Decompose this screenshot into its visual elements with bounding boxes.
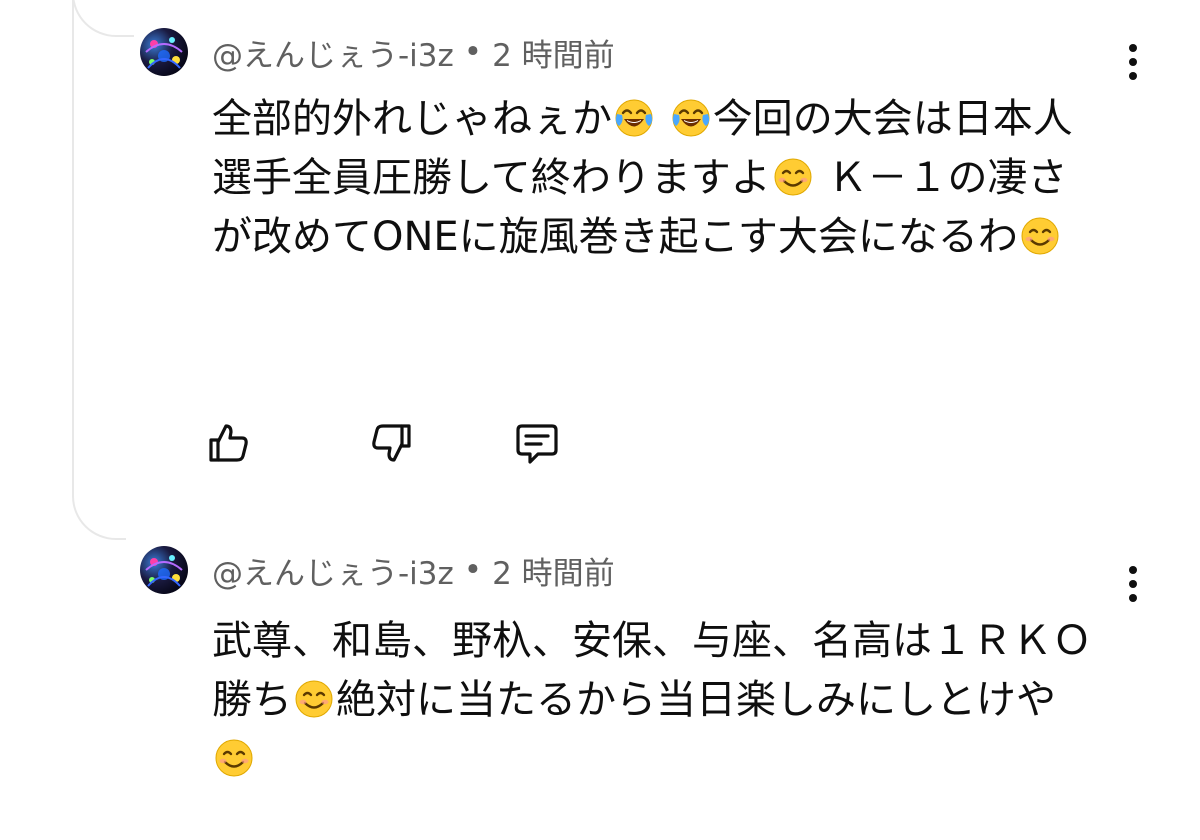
thumbs-up-icon [209, 424, 248, 462]
reply-button[interactable] [512, 418, 562, 468]
comment-text-segment [656, 96, 669, 142]
smiling-face-with-smiling-eyes-icon [215, 739, 253, 777]
author-name[interactable]: @えんじぇう-i3z [212, 548, 454, 593]
like-button[interactable] [204, 418, 254, 468]
smiling-face-with-smiling-eyes-icon [1021, 217, 1059, 255]
more-vert-icon [1129, 566, 1137, 602]
thumbs-down-icon [372, 424, 411, 462]
thread-connector [72, 0, 126, 540]
smiling-face-with-smiling-eyes-icon [774, 158, 812, 196]
more-vert-icon [1129, 44, 1137, 80]
comment-actions [209, 418, 612, 468]
timestamp[interactable]: 2 時間前 [492, 30, 615, 75]
more-options-button[interactable] [1118, 564, 1148, 604]
meta-separator: • [463, 552, 483, 588]
comment-icon [516, 424, 558, 464]
smiling-face-with-smiling-eyes-icon [295, 680, 333, 718]
face-with-tears-of-joy-icon [672, 99, 710, 137]
dislike-button[interactable] [366, 418, 416, 468]
comment-meta: @えんじぇう-i3z • 2 時間前 [212, 30, 615, 75]
meta-separator: • [463, 34, 483, 70]
avatar-image [145, 37, 183, 69]
avatar-image [145, 555, 183, 587]
comment-text-segment: 全部的外れじゃねぇか [212, 96, 612, 142]
comment-thread: @えんじぇう-i3z • 2 時間前 全部的外れじゃねぇか 今回の大会は日本人選… [0, 0, 1200, 840]
timestamp[interactable]: 2 時間前 [492, 548, 615, 593]
avatar[interactable] [140, 28, 188, 76]
comment-text: 武尊、和島、野杁、安保、与座、名高は１ＲＫＯ勝ち 絶対に当たるから当日楽しみにしと… [212, 612, 1092, 789]
author-name[interactable]: @えんじぇう-i3z [212, 30, 454, 75]
comment-text-segment: 絶対に当たるから当日楽しみにしとけや [336, 677, 1056, 723]
comment-text: 全部的外れじゃねぇか 今回の大会は日本人選手全員圧勝して終わりますよ Ｋ－１の凄… [212, 90, 1092, 267]
comment-meta: @えんじぇう-i3z • 2 時間前 [212, 548, 615, 593]
face-with-tears-of-joy-icon [615, 99, 653, 137]
avatar[interactable] [140, 546, 188, 594]
more-options-button[interactable] [1118, 42, 1148, 82]
